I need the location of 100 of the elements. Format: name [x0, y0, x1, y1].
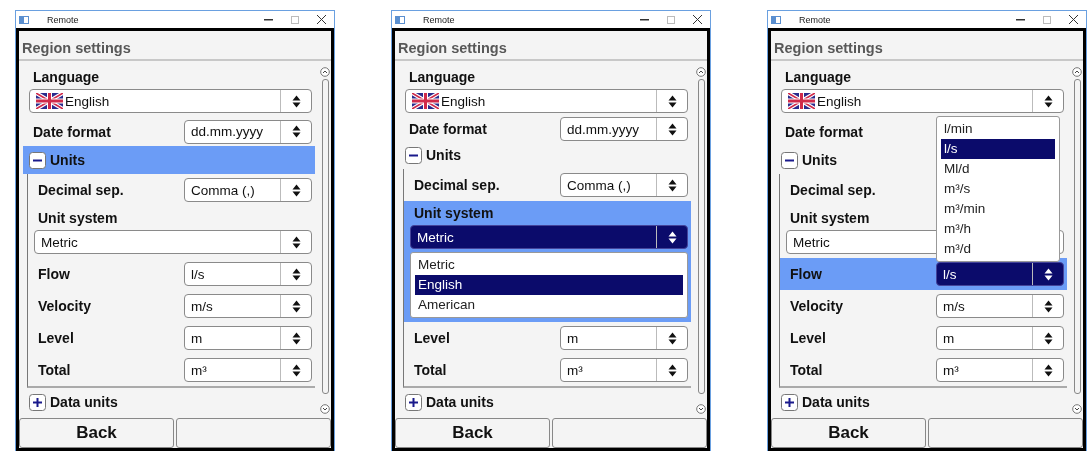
dropdown[interactable]: m — [936, 326, 1064, 350]
dropdown[interactable]: l/s — [184, 262, 312, 286]
scrollbar-track[interactable] — [321, 79, 329, 394]
up-down-arrows-icon — [1043, 363, 1053, 377]
flag-icon — [788, 93, 815, 109]
dropdown-option[interactable]: l/min — [941, 119, 1055, 139]
scrollbar-track[interactable] — [1073, 79, 1081, 394]
field-label: Language — [408, 68, 477, 87]
collapse-icon[interactable] — [781, 151, 798, 169]
up-down-arrows-icon — [291, 94, 301, 108]
page-heading: Region settings — [398, 40, 507, 56]
close-icon[interactable] — [1069, 15, 1078, 24]
expand-icon[interactable] — [29, 393, 46, 411]
field-label: Date format — [785, 123, 864, 140]
up-down-arrows-icon — [1043, 331, 1053, 345]
group-label[interactable]: Units — [802, 152, 837, 168]
field-label: Flow — [38, 266, 71, 282]
field-label: Decimal sep. — [790, 182, 877, 198]
scroll-up-icon[interactable] — [1072, 67, 1082, 77]
dropdown-option[interactable]: m³/min — [941, 199, 1055, 219]
field-label: Unit system — [37, 209, 119, 228]
scroll-up-icon[interactable] — [320, 67, 330, 77]
up-down-arrows-icon — [291, 183, 301, 197]
close-icon[interactable] — [317, 15, 326, 24]
field-label: Total — [790, 362, 824, 378]
dropdown-option[interactable]: Ml/d — [941, 159, 1055, 179]
dropdown[interactable]: l/s — [936, 262, 1064, 286]
field-label: Decimal sep. — [414, 177, 501, 193]
dropdown[interactable]: m/s — [184, 294, 312, 318]
field-label: Level — [414, 330, 451, 346]
dropdown[interactable]: Comma (,) — [184, 178, 312, 202]
app-icon — [19, 15, 29, 24]
page-heading: Region settings — [774, 40, 883, 56]
group-label[interactable]: Data units — [802, 394, 870, 410]
scroll-down-icon[interactable] — [320, 404, 330, 414]
scrollbar-track[interactable] — [697, 79, 705, 394]
back-softkey[interactable]: Back — [771, 418, 926, 448]
up-down-arrows-icon — [291, 363, 301, 377]
close-icon[interactable] — [693, 15, 702, 24]
group-label[interactable]: Data units — [426, 394, 494, 410]
back-softkey[interactable]: Back — [19, 418, 174, 448]
app-icon — [771, 15, 781, 24]
group-label[interactable]: Data units — [50, 394, 118, 410]
window-title: Remote — [799, 14, 832, 25]
dropdown-option[interactable]: l/s — [941, 139, 1055, 159]
up-down-arrows-icon — [291, 125, 301, 138]
back-softkey[interactable]: Back — [395, 418, 550, 448]
dropdown[interactable]: dd.mm.yyyy — [184, 119, 312, 144]
app-icon — [395, 15, 405, 24]
field-label: Total — [38, 362, 72, 378]
dropdown-option[interactable]: Metric — [415, 255, 683, 275]
dropdown[interactable]: m³ — [184, 358, 312, 382]
minimize-icon[interactable] — [1016, 18, 1025, 21]
up-down-arrows-icon — [667, 122, 677, 136]
window-title: Remote — [47, 14, 80, 25]
dropdown[interactable]: Metric — [410, 225, 688, 249]
up-down-arrows-icon — [291, 331, 301, 345]
dropdown[interactable]: m³ — [936, 358, 1064, 382]
up-down-arrows-icon — [291, 267, 301, 281]
dropdown[interactable]: Metric — [34, 230, 312, 254]
field-label: Decimal sep. — [38, 182, 125, 198]
up-down-arrows-icon — [291, 235, 301, 249]
field-label: Flow — [790, 266, 823, 282]
up-down-arrows-icon — [1043, 267, 1053, 281]
group-label[interactable]: Units — [50, 152, 85, 168]
field-label: Total — [414, 362, 448, 378]
minimize-icon[interactable] — [264, 18, 273, 21]
dropdown[interactable]: English — [405, 89, 688, 113]
dropdown-option[interactable]: English — [415, 275, 683, 295]
dropdown[interactable]: m — [184, 326, 312, 350]
field-label: Velocity — [790, 298, 844, 314]
group-label[interactable]: Units — [426, 147, 461, 163]
dropdown[interactable]: Comma (,) — [560, 173, 688, 197]
dropdown[interactable]: dd.mm.yyyy — [560, 117, 688, 141]
up-down-arrows-icon — [667, 230, 677, 244]
dropdown[interactable]: English — [29, 89, 312, 113]
collapse-icon[interactable] — [29, 151, 46, 169]
expand-icon[interactable] — [781, 393, 798, 411]
collapse-icon[interactable] — [405, 146, 422, 164]
up-down-arrows-icon — [1043, 299, 1053, 313]
field-label: Language — [784, 68, 853, 87]
field-label: Velocity — [38, 298, 92, 314]
up-down-arrows-icon — [667, 363, 677, 377]
scroll-down-icon[interactable] — [696, 404, 706, 414]
dropdown-option[interactable]: m³/s — [941, 179, 1055, 199]
dropdown[interactable]: English — [781, 89, 1064, 113]
minimize-icon[interactable] — [640, 18, 649, 21]
scroll-down-icon[interactable] — [1072, 404, 1082, 414]
dropdown-option[interactable]: American — [415, 295, 683, 315]
window-title: Remote — [423, 14, 456, 25]
field-label: Unit system — [413, 204, 495, 223]
up-down-arrows-icon — [667, 94, 677, 108]
scroll-up-icon[interactable] — [696, 67, 706, 77]
field-label: Date format — [409, 121, 488, 137]
field-label: Level — [790, 330, 827, 346]
dropdown[interactable]: m — [560, 326, 688, 350]
dropdown[interactable]: m³ — [560, 358, 688, 382]
expand-icon[interactable] — [405, 393, 422, 411]
flag-icon — [412, 93, 439, 109]
dropdown[interactable]: m/s — [936, 294, 1064, 318]
